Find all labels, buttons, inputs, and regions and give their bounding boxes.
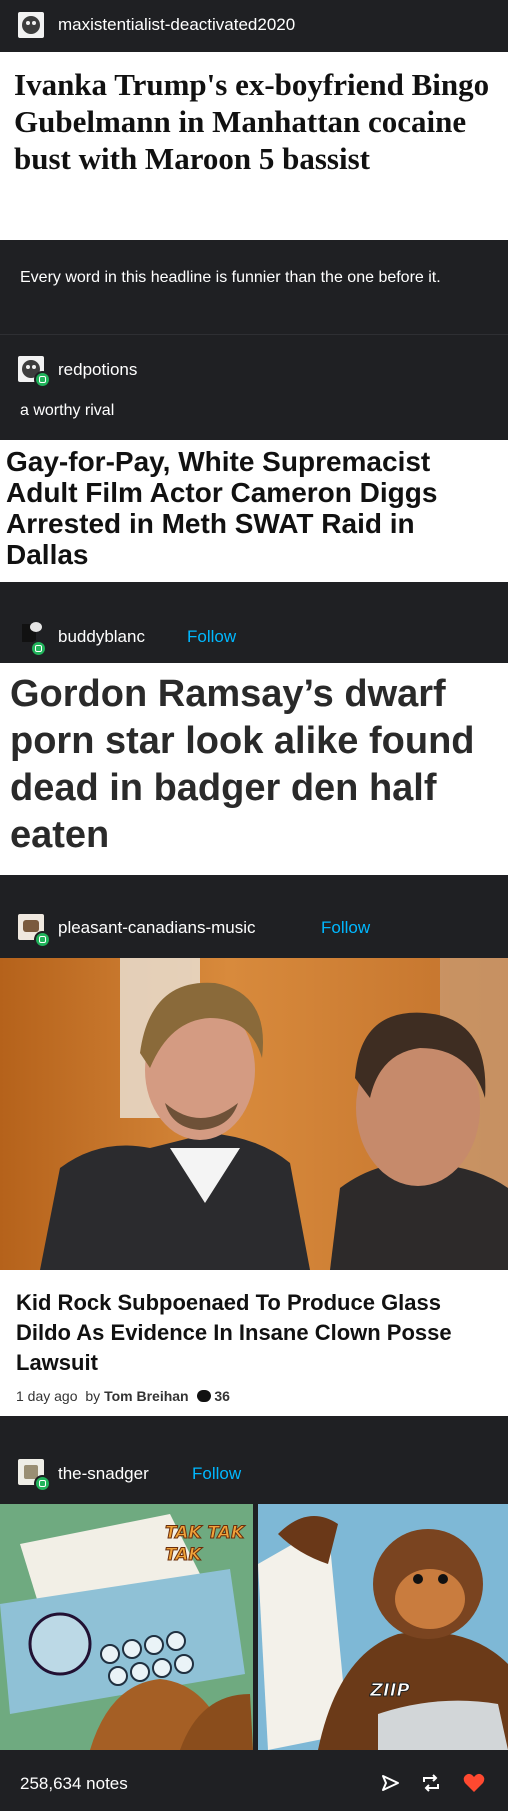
- post-comment: Every word in this headline is funnier t…: [20, 269, 441, 286]
- username[interactable]: the-snadger: [58, 1464, 149, 1484]
- photo-illustration: [0, 958, 508, 1270]
- headline-card: Gay-for-Pay, White Supremacist Adult Fil…: [0, 440, 508, 582]
- follow-button[interactable]: Follow: [187, 627, 236, 647]
- reblog-badge-icon: [34, 371, 51, 388]
- headline-text: Ivanka Trump's ex-boyfriend Bingo Gubelm…: [14, 67, 490, 176]
- notes-count[interactable]: 258,634 notes: [20, 1774, 128, 1794]
- headline-text: Gay-for-Pay, White Supremacist Adult Fil…: [6, 446, 438, 570]
- username[interactable]: pleasant-canadians-music: [58, 918, 256, 938]
- headline-card: Gordon Ramsay’s dwarf porn star look ali…: [0, 663, 508, 875]
- sound-effect-text: TAK TAK TAK: [165, 1523, 245, 1566]
- reblog-badge-icon: [34, 931, 51, 948]
- comment-bubble-icon[interactable]: [196, 1390, 211, 1402]
- follow-button[interactable]: Follow: [321, 918, 370, 938]
- article-card: Kid Rock Subpoenaed To Produce Glass Dil…: [0, 1270, 508, 1416]
- author-name[interactable]: Tom Breihan: [104, 1388, 189, 1404]
- username[interactable]: redpotions: [58, 360, 137, 380]
- headline-text: Kid Rock Subpoenaed To Produce Glass Dil…: [16, 1290, 452, 1375]
- news-photo: [0, 958, 508, 1270]
- avatar[interactable]: [18, 12, 44, 38]
- like-heart-icon[interactable]: [463, 1773, 485, 1793]
- comment-count[interactable]: 36: [214, 1388, 230, 1404]
- reblog-badge-icon: [30, 640, 47, 657]
- username[interactable]: buddyblanc: [58, 627, 145, 647]
- byline-prefix: by: [85, 1388, 101, 1404]
- comic-panel-left: TAK TAK TAK: [0, 1504, 253, 1750]
- share-icon[interactable]: [380, 1773, 400, 1793]
- divider: [0, 334, 508, 335]
- article-meta: 1 day ago by Tom Breihan 36: [16, 1388, 230, 1404]
- reblog-icon[interactable]: [420, 1773, 442, 1793]
- timestamp: 1 day ago: [16, 1388, 78, 1404]
- username[interactable]: maxistentialist-deactivated2020: [58, 15, 295, 35]
- headline-card: Ivanka Trump's ex-boyfriend Bingo Gubelm…: [0, 52, 508, 240]
- follow-button[interactable]: Follow: [192, 1464, 241, 1484]
- post-comment: a worthy rival: [20, 402, 115, 419]
- reblog-badge-icon: [34, 1475, 51, 1492]
- sound-effect-text: ZIIP: [370, 1680, 411, 1702]
- comic-panel-right: ZIIP: [258, 1504, 508, 1750]
- headline-text: Gordon Ramsay’s dwarf porn star look ali…: [10, 673, 475, 856]
